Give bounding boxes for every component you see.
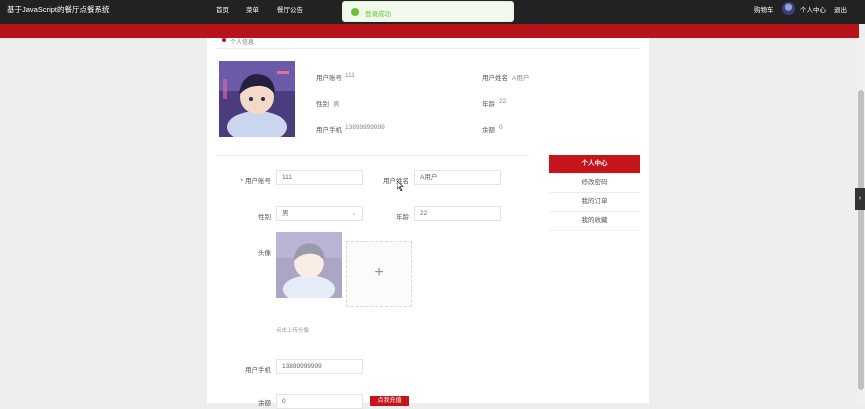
form-account-label: * 用户账号 [240, 178, 271, 185]
nav-user-center[interactable]: 个人中心 [800, 4, 826, 14]
success-check-icon [351, 8, 359, 16]
nav-menu[interactable]: 菜单 [246, 4, 259, 14]
site-title: 基于JavaScript的餐厅点餐系统 [7, 5, 110, 14]
user-avatar-icon[interactable] [782, 2, 795, 15]
form-phone-label: 用户手机 [245, 367, 271, 374]
account-value: 111 [345, 72, 355, 79]
gender-label: 性别 [316, 101, 329, 108]
red-banner [0, 24, 859, 38]
toast-message: 登录成功 [365, 11, 391, 18]
user-side-menu: 个人中心 修改密码 我的订单 我的收藏 [549, 155, 640, 231]
menu-my-favorites[interactable]: 我的收藏 [549, 212, 640, 231]
balance-label: 余额 [482, 127, 495, 134]
side-collapse-tab[interactable]: ‹ [855, 188, 865, 210]
mouse-cursor-icon [397, 181, 404, 191]
success-toast: 登录成功 [342, 1, 514, 22]
scrollbar-thumb[interactable] [858, 90, 864, 390]
nav-cart[interactable]: 购物车 [754, 4, 774, 14]
phone-value: 13899999999 [345, 124, 385, 131]
gender-select-value: 男 [282, 210, 289, 217]
recharge-button[interactable]: 点我充值 [370, 396, 409, 406]
age-label: 年龄 [482, 101, 495, 108]
name-value: A用户 [512, 75, 530, 82]
avatar-upload-button[interactable]: + [346, 241, 412, 307]
nav-announcements[interactable]: 餐厅公告 [277, 4, 303, 14]
avatar-preview-image[interactable] [276, 232, 342, 298]
nav-home[interactable]: 首页 [216, 4, 229, 14]
menu-user-center[interactable]: 个人中心 [549, 155, 640, 174]
gender-value: 男 [333, 101, 340, 108]
section-title: 个人信息 [230, 40, 255, 46]
account-label: 用户账号 [316, 75, 342, 82]
form-gender-label: 性别 [258, 214, 271, 221]
age-value: 22 [499, 98, 507, 105]
balance-input[interactable]: 0 [276, 394, 363, 409]
profile-avatar-image [219, 61, 295, 137]
bullet-icon [222, 38, 226, 42]
menu-change-password[interactable]: 修改密码 [549, 174, 640, 193]
form-avatar-label: 头像 [258, 250, 271, 257]
menu-my-orders[interactable]: 我的订单 [549, 193, 640, 212]
balance-value: 0 [499, 124, 503, 131]
form-age-label: 年龄 [396, 214, 409, 221]
section-header: 个人信息 [216, 38, 640, 49]
age-input[interactable]: 22 [414, 206, 501, 221]
phone-label: 用户手机 [316, 127, 342, 134]
name-input[interactable]: A用户 [414, 170, 501, 185]
upload-hint: 点击上传头像 [276, 328, 310, 334]
section-divider [216, 155, 529, 156]
plus-icon: + [374, 264, 384, 281]
phone-input[interactable]: 13899999999 [276, 359, 363, 374]
chevron-left-icon: ‹ [858, 195, 862, 202]
form-balance-label: 余额 [258, 400, 271, 407]
nav-logout[interactable]: 退出 [834, 4, 847, 14]
name-label: 用户姓名 [482, 75, 508, 82]
